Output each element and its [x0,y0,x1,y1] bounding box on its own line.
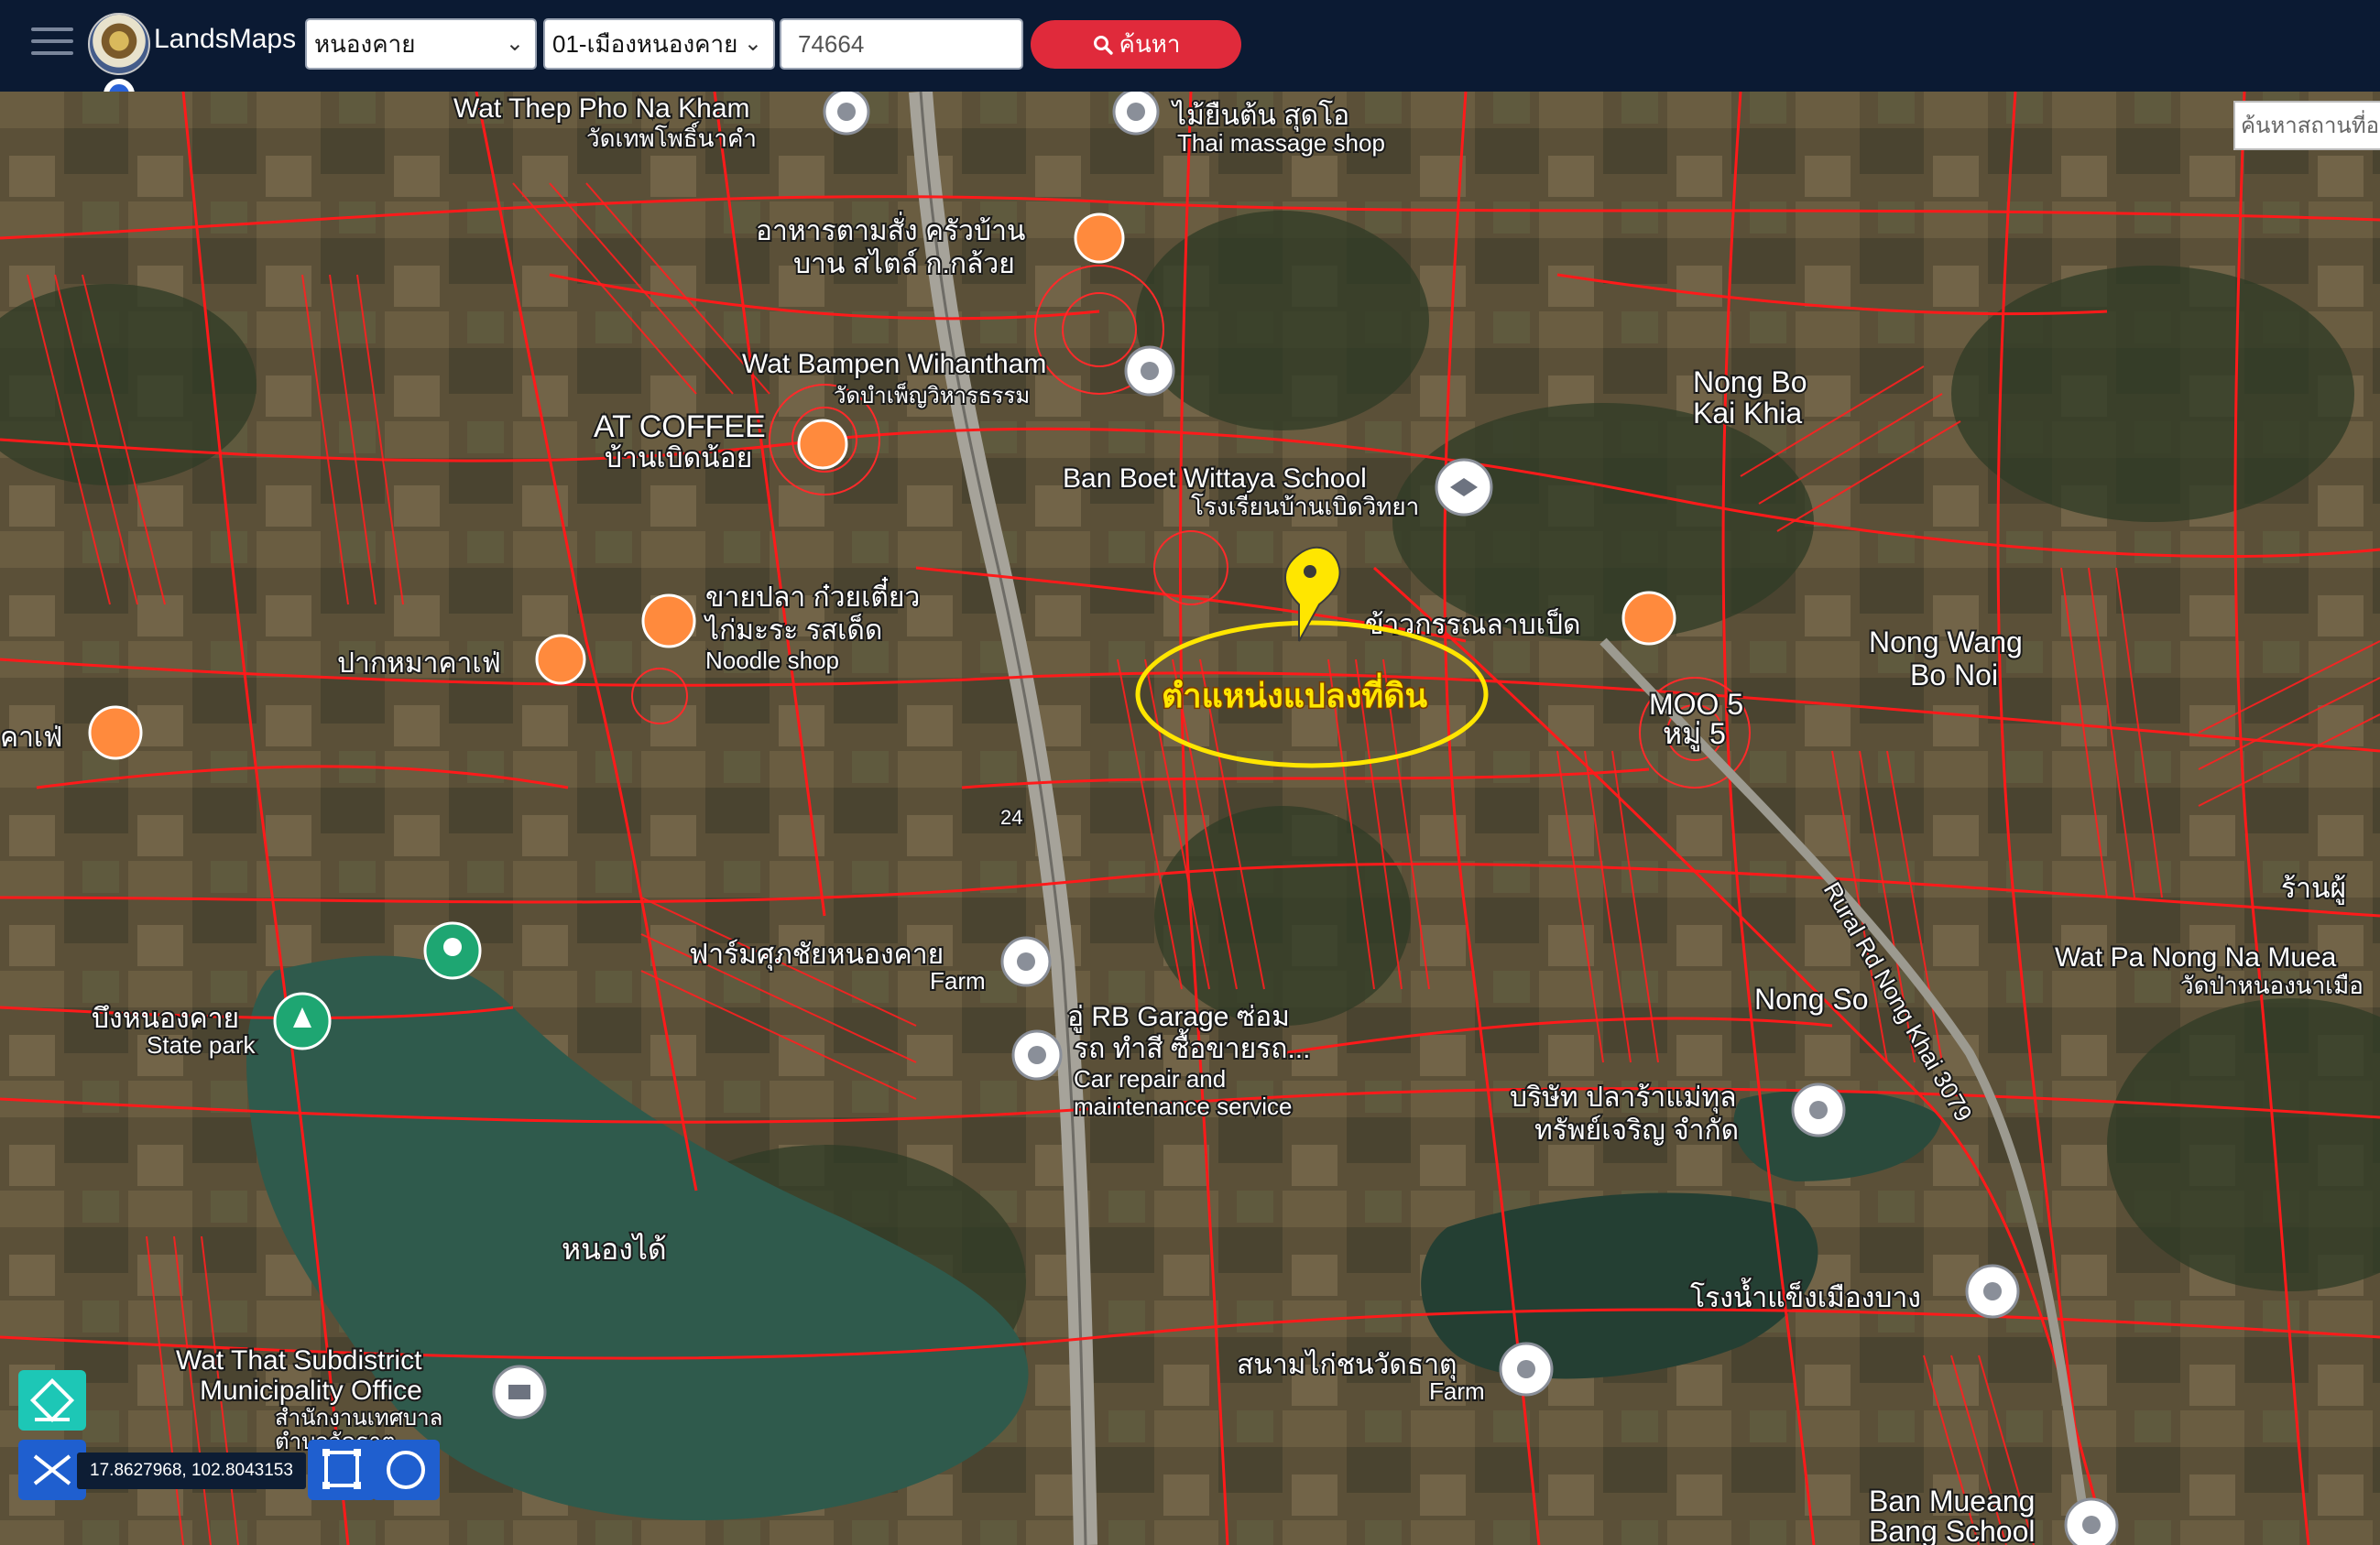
label-school-th: โรงเรียนบ้านเบิดวิทยา [1191,493,1419,520]
label-wat-thep-th: วัดเทพโพธิ์นาคำ [586,121,757,152]
eraser-icon [29,1377,75,1423]
label-municipality: Municipality Office [200,1376,422,1406]
label-company-2: ทรัพย์เจริญ จำกัด [1534,1115,1739,1146]
poi-temple-icon-2 [1124,345,1175,397]
label-noodle-th-2: ไก่มะระ รสเด็ด [704,613,882,646]
poi-farm-icon [1000,936,1052,987]
poi-school-icon-2 [2064,1497,2119,1545]
label-garage-4: maintenance service [1074,1093,1292,1120]
satellite-map[interactable]: Wat Thep Pho Na Kham วัดเทพโพธิ์นาคำ ไม้… [0,92,2380,1545]
poi-restaurant-icon-2 [641,593,696,648]
label-park: State park [147,1031,257,1059]
eraser-tool[interactable] [18,1370,86,1431]
top-bar: LandsMaps หนองคาย ⌄ 01-เมืองหนองคาย ⌄ ค้… [0,0,2380,92]
label-garage-2: รถ ทำสี ซื้อขายรถ... [1074,1028,1310,1064]
search-button-label: ค้นหา [1119,30,1181,58]
highlight-label: ตำแหน่งแปลงที่ดิน [1162,672,1428,715]
label-nong-wang: Nong Wang [1869,626,2023,658]
label-wat-pa-th: วัดป่าหนองนาเมือ [2180,972,2364,999]
chevron-down-icon: ⌄ [505,31,524,56]
label-ice-factory: โรงน้ำแข็งเมืองบาง [1690,1278,1921,1313]
measure-tool[interactable] [18,1440,86,1500]
district-select[interactable]: 01-เมืองหนองคาย ⌄ [543,18,775,70]
label-park-th: บึงหนองคาย [92,1004,239,1034]
label-cafe-2: คาเฟ่ [0,723,62,753]
label-cockfight: สนามไก่ชนวัดธาตุ [1237,1348,1457,1382]
label-wat-bampen: Wat Bampen Wihantham [742,349,1046,379]
poi-farm-icon-2 [1499,1342,1554,1397]
label-noodle-shop: Noodle shop [705,647,839,674]
poi-cafe-icon-3 [88,705,143,760]
label-ban-boet: บ้านเบิดน้อย [605,443,752,473]
label-wat-thep: Wat Thep Pho Na Kham [453,93,750,124]
hamburger-icon[interactable] [31,27,73,60]
poi-school-icon [1435,458,1493,517]
label-wat-bampen-th: วัดบำเพ็ญวิหารธรรม [834,382,1030,408]
label-cafe-1: ปากหมาคาเฟ่ [337,648,501,679]
poi-restaurant-icon [1074,212,1125,264]
label-food-2: บาน สไตล์ ก.กล้วย [793,247,1015,279]
circle-select-tool[interactable] [372,1440,440,1500]
label-khaoduan: ข้าวกรรณลาบเป็ด [1365,607,1580,640]
label-thai-massage: Thai massage shop [1177,129,1385,157]
label-ban-mueang-1: Ban Mueang [1869,1485,2035,1518]
search-button[interactable]: ค้นหา [1031,20,1241,69]
poi-company-icon [1791,1083,1846,1137]
label-moo5: MOO 5 [1649,688,1743,721]
label-garage-1: อู่ RB Garage ซ่อม [1067,1002,1290,1033]
app-title: LandsMaps [154,24,297,54]
poi-factory-icon [1965,1264,2020,1319]
label-wat-pa: Wat Pa Nong Na Muea [2055,942,2337,973]
rectangle-select-icon [322,1449,361,1489]
poi-cafe-icon [797,419,848,470]
label-farm-2: Farm [1429,1377,1485,1405]
poi-temple-icon [823,92,870,136]
rectangle-select-tool[interactable] [308,1440,376,1500]
department-seal-logo [88,13,150,75]
label-kai-khia: Kai Khia [1693,397,1802,430]
label-bo-noi: Bo Noi [1910,658,1998,691]
label-mai-yuen: ไม้ยืนต้น สุดโอ [1171,99,1349,133]
label-wat-that: Wat That Subdistrict [176,1345,422,1376]
label-farm-th: ฟาร์มศุภชัยหนองคาย [689,939,944,972]
search-icon [1093,36,1113,55]
label-moo5-th: หมู่ 5 [1663,717,1726,752]
label-nong-bo: Nong Bo [1693,365,1807,398]
place-search-input[interactable]: ค้นหาสถานที่อ [2233,101,2380,150]
label-at-coffee: AT COFFEE [594,409,766,444]
measure-tool-icon [33,1454,71,1485]
label-garage-3: Car repair and [1074,1065,1226,1093]
label-sip-phu: ร้านผู้ [2281,874,2346,905]
chevron-down-icon: ⌄ [743,31,762,56]
parcel-number-input[interactable] [780,18,1023,70]
province-select[interactable]: หนองคาย ⌄ [305,18,537,70]
poi-park-icon [423,921,482,980]
label-food-1: อาหารตามสั่ง ครัวบ้าน [756,212,1025,246]
label-route: 24 [1000,806,1022,829]
poi-restaurant-icon-3 [1621,591,1676,646]
label-ban-mueang-2: Bang School [1869,1515,2035,1545]
province-value: หนองคาย [314,30,416,58]
district-value: 01-เมืองหนองคาย [552,30,738,58]
circle-select-icon [387,1451,425,1489]
poi-cafe-icon-2 [535,634,586,685]
label-nong-so: Nong So [1754,983,1869,1016]
poi-park-icon-2 [273,992,332,1050]
poi-shop-icon [1112,92,1160,136]
coordinate-readout: 17.8627968, 102.8043153 [77,1453,306,1489]
label-nong-dai: หนองได้ [562,1233,667,1266]
label-school: Ban Boet Wittaya School [1063,463,1367,494]
label-company-1: บริษัท ปลาร้าแม่ทุล [1510,1083,1737,1115]
poi-garage-icon [1011,1029,1063,1081]
poi-office-icon [492,1365,547,1420]
label-farm: Farm [930,967,986,995]
label-municipality-th-1: สำนักงานเทศบาล [275,1406,442,1431]
